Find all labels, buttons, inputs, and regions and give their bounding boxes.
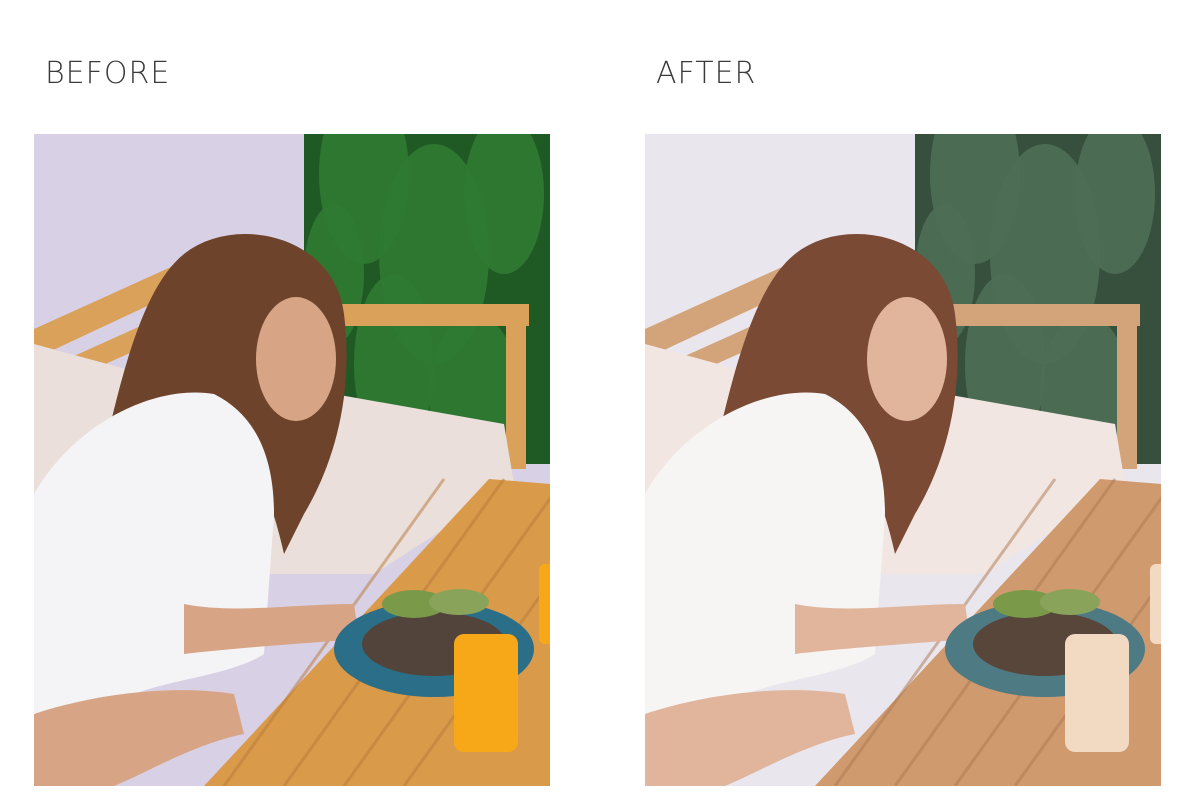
leaf-wrap <box>1040 589 1100 615</box>
bench-post <box>506 309 526 469</box>
before-photo <box>34 134 550 786</box>
after-label: AFTER <box>656 56 757 91</box>
leaf-wrap <box>429 589 489 615</box>
before-label: BEFORE <box>45 56 171 91</box>
photo-illustration <box>34 134 550 786</box>
bench-post <box>1117 309 1137 469</box>
juice-glass-back <box>1150 564 1161 644</box>
juice-glass <box>454 634 518 752</box>
juice-glass-back <box>539 564 550 644</box>
photo-illustration <box>645 134 1161 786</box>
after-photo <box>645 134 1161 786</box>
face <box>867 297 947 421</box>
bench-armrest <box>339 304 529 326</box>
bench-armrest <box>950 304 1140 326</box>
face <box>256 297 336 421</box>
juice-glass <box>1065 634 1129 752</box>
